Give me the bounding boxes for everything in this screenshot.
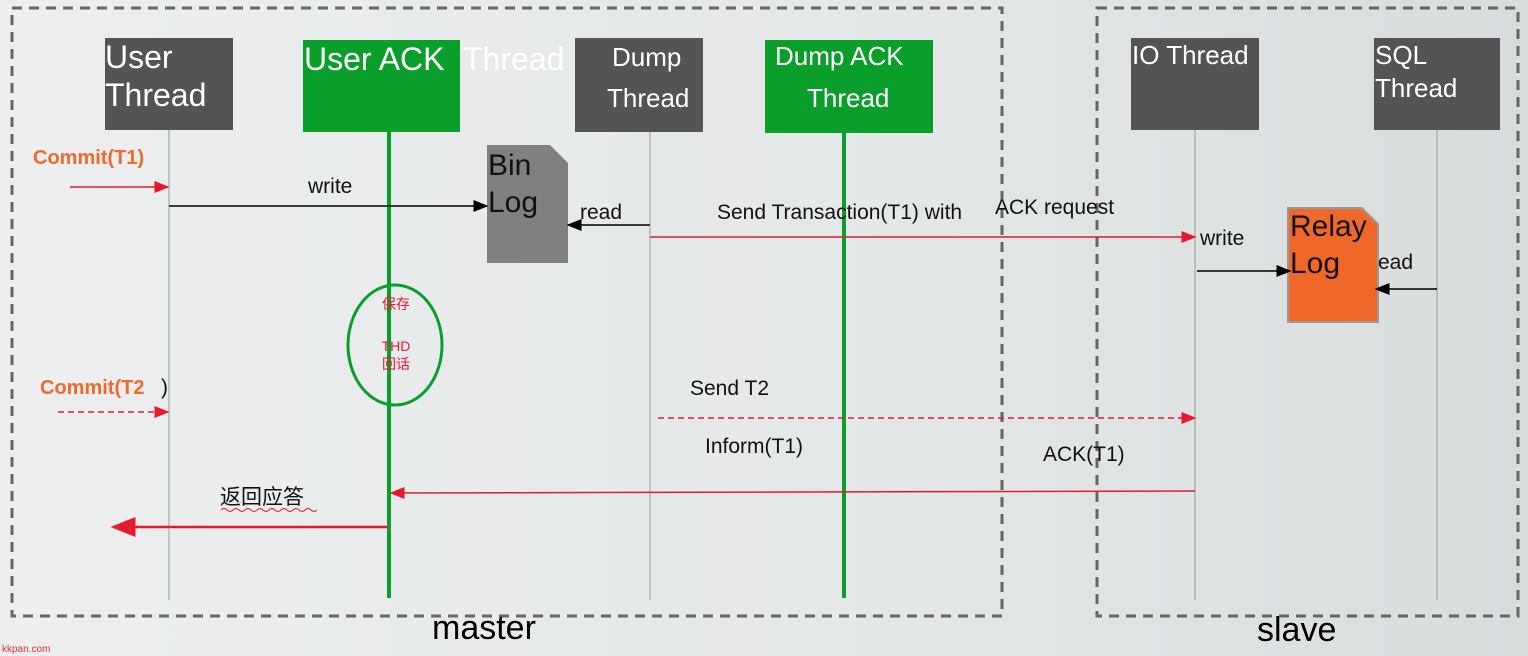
user-ack-thread-label: Thread [463,41,564,77]
inform-t1-label: Inform(T1) [705,435,803,458]
reply-label: 返回应答 [220,486,304,509]
semi-sync-replication-diagram: User Thread User ACK Thread Dump Thread … [2,6,1520,655]
watermark: kkpan.com [2,644,50,655]
io-thread-label: IO Thread [1132,40,1249,70]
read-label: read [580,201,622,224]
user-thread-label: User [105,39,173,75]
ellipse-text: THD [382,338,411,354]
write-label: write [307,175,352,198]
ellipse-text: 回话 [382,356,410,372]
read-label: ead [1378,251,1413,274]
send-t1-label: Send Transaction(T1) with [717,201,962,224]
relaylog-label: Log [1290,247,1340,280]
user-ack-thread-label: User ACK [304,41,444,77]
user-thread-label: Thread [105,77,206,113]
commit-t1-label: Commit(T1) [33,147,144,169]
dump-ack-thread-label: Thread [807,83,889,113]
ack-request-label: ACK request [995,196,1114,219]
sql-thread-label: SQL [1375,40,1427,70]
dump-thread-label: Thread [607,83,689,113]
dump-thread-label: Dump [612,42,681,72]
commit-t2-label: Commit(T2 [40,377,144,399]
relaylog-label: Relay [1290,210,1367,243]
ack-t1-label: ACK(T1) [1043,443,1125,466]
send-t2-label: Send T2 [690,377,769,400]
write-label: write [1199,227,1244,250]
ack-t1-arrow [389,486,1196,499]
ellipse-text: 保存 [382,296,410,312]
master-label: master [432,609,536,647]
binlog-label: Bin [488,149,531,182]
sql-thread-label: Thread [1375,73,1457,103]
commit-t2-paren: ) [161,376,168,399]
binlog-label: Log [488,186,538,219]
dump-ack-thread-label: Dump ACK [775,41,904,71]
slave-label: slave [1257,611,1336,649]
